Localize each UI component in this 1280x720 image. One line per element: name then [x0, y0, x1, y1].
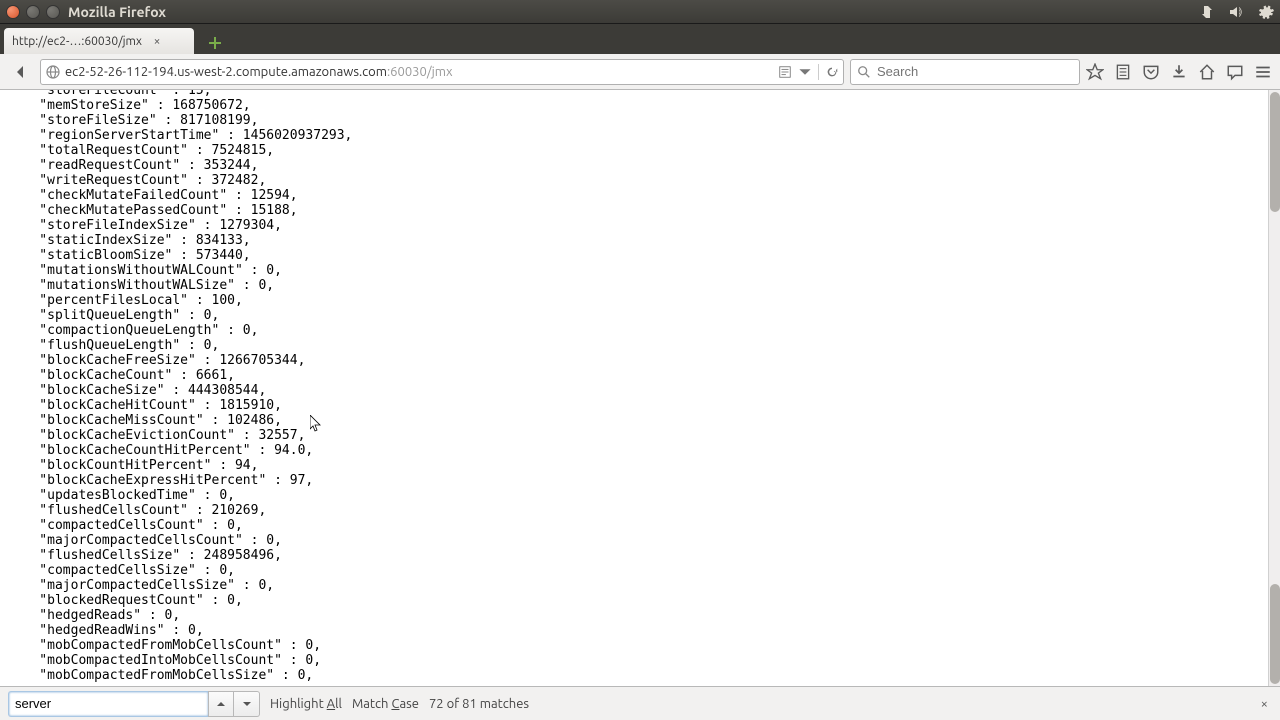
- system-tray: [1198, 4, 1274, 20]
- vertical-scrollbar[interactable]: [1268, 90, 1280, 686]
- find-next-button[interactable]: [234, 691, 260, 717]
- downloads-icon[interactable]: [1170, 63, 1188, 81]
- bookmark-star-icon[interactable]: [1086, 63, 1104, 81]
- find-match-count: 72 of 81 matches: [429, 697, 529, 711]
- tab-strip: http://ec2-…:60030/jmx ×: [0, 24, 1280, 54]
- search-input[interactable]: [877, 64, 1073, 79]
- find-close-button[interactable]: ×: [1257, 693, 1272, 715]
- page-viewport: "storeFileCount" : 15, "memStoreSize" : …: [0, 90, 1280, 686]
- globe-icon: [45, 64, 61, 80]
- back-button[interactable]: [8, 59, 34, 85]
- tab-close-button[interactable]: ×: [150, 34, 164, 48]
- find-prev-button[interactable]: [208, 691, 234, 717]
- menu-icon[interactable]: [1254, 63, 1272, 81]
- url-bar[interactable]: ec2-52-26-112-194.us-west-2.compute.amaz…: [40, 59, 844, 85]
- dropdown-history-icon[interactable]: [798, 65, 812, 79]
- match-case-toggle[interactable]: Match Case: [352, 697, 419, 711]
- scroll-thumb-top[interactable]: [1270, 92, 1280, 212]
- reload-icon[interactable]: [825, 65, 839, 79]
- navigation-toolbar: ec2-52-26-112-194.us-west-2.compute.amaz…: [0, 54, 1280, 90]
- volume-icon[interactable]: [1228, 4, 1244, 20]
- bookmarks-list-icon[interactable]: [1114, 63, 1132, 81]
- url-text: ec2-52-26-112-194.us-west-2.compute.amaz…: [65, 65, 453, 79]
- window-maximize-button[interactable]: [46, 5, 60, 19]
- reader-mode-icon[interactable]: [778, 65, 792, 79]
- search-icon: [857, 65, 871, 79]
- window-buttons: [6, 5, 60, 19]
- find-bar: Highlight All Match Case 72 of 81 matche…: [0, 686, 1280, 720]
- search-bar[interactable]: [850, 59, 1080, 85]
- system-title-bar: Mozilla Firefox: [0, 0, 1280, 24]
- json-content[interactable]: "storeFileCount" : 15, "memStoreSize" : …: [0, 90, 1280, 683]
- app-title: Mozilla Firefox: [68, 4, 166, 20]
- tab-title: http://ec2-…:60030/jmx: [12, 35, 142, 48]
- home-icon[interactable]: [1198, 63, 1216, 81]
- new-tab-button[interactable]: [204, 32, 226, 54]
- network-icon[interactable]: [1198, 4, 1214, 20]
- highlight-all-toggle[interactable]: Highlight All: [270, 697, 342, 711]
- scroll-thumb-bottom[interactable]: [1270, 584, 1280, 684]
- settings-gear-icon[interactable]: [1258, 4, 1274, 20]
- window-minimize-button[interactable]: [26, 5, 40, 19]
- find-input[interactable]: [8, 691, 208, 717]
- window-close-button[interactable]: [6, 5, 20, 19]
- chat-icon[interactable]: [1226, 63, 1244, 81]
- pocket-icon[interactable]: [1142, 63, 1160, 81]
- browser-tab[interactable]: http://ec2-…:60030/jmx ×: [4, 28, 194, 54]
